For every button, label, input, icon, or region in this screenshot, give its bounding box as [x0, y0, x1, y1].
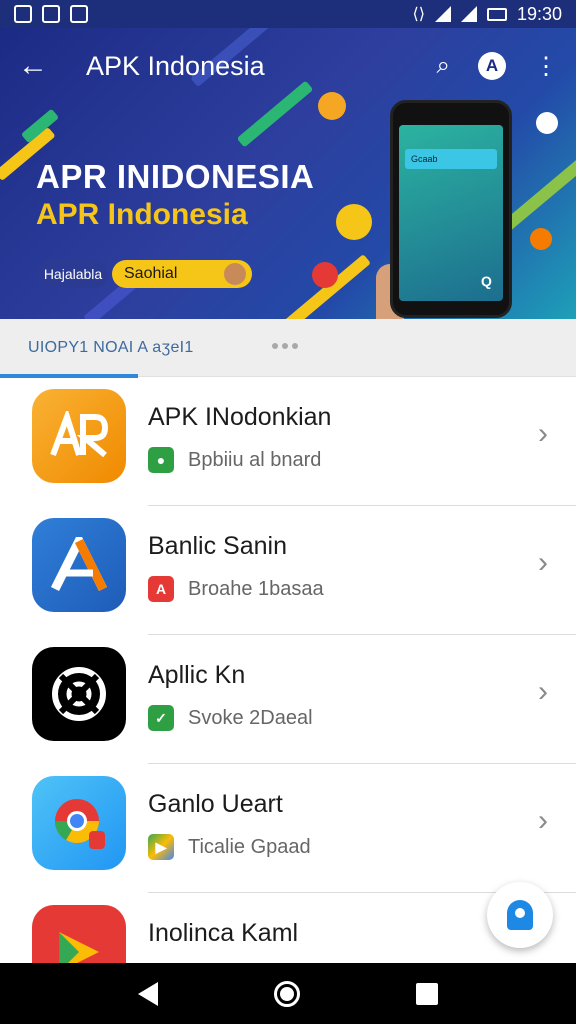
list-item[interactable]: APK INodonkian ● Bpbiiu al bnard › [0, 377, 576, 506]
app-badge-icon: A [148, 576, 174, 602]
toolbar-actions: ⌕ A ⋮ [437, 52, 558, 81]
chevron-right-icon: › [538, 417, 548, 450]
navigation-bar [0, 963, 576, 1024]
app-title: Ganlo Ueart [148, 790, 283, 818]
chevron-right-icon: › [538, 546, 548, 579]
apk-logo-icon[interactable]: A [478, 52, 506, 80]
battery-icon [486, 7, 507, 21]
location-icon [507, 900, 533, 930]
list-item[interactable]: Ganlo Ueart ▶ Ticalie Gpaad › [0, 764, 576, 893]
app-subtitle: Svoke 2Daeal [188, 707, 313, 729]
tab-row: UIOPY1 NOAI A aʒeI1 [0, 319, 576, 378]
list-item[interactable]: Apllic Kn ✓ Svoke 2Daeal › [0, 635, 576, 764]
banner-subtitle: APR Indonesia [36, 198, 248, 231]
black-target-icon [32, 647, 126, 741]
banner-pill-button[interactable]: Saohial [112, 260, 252, 288]
decor-coin [536, 112, 558, 134]
decor-coin [530, 228, 552, 250]
target-glyph [52, 667, 106, 721]
banner-title: APR INIDONESIA [36, 158, 315, 195]
decor-coin [336, 204, 372, 240]
status-time: 19:30 [516, 3, 562, 24]
app-subtitle: Broahe 1basaa [188, 578, 324, 600]
search-icon[interactable]: ⌕ [437, 52, 450, 80]
phone-screen: Gcaab Q [399, 125, 503, 301]
phone-search-bar: Gcaab [405, 149, 497, 169]
chevron-right-icon: › [538, 804, 548, 837]
toolbar: ← APK Indonesia ⌕ A ⋮ [0, 28, 576, 104]
list-item[interactable]: Banlic Sanin A Broahe 1basaa › [0, 506, 576, 635]
wifi-icon [434, 6, 451, 22]
app-title: APK INodonkian [148, 403, 332, 431]
back-arrow-icon[interactable]: ← [18, 49, 62, 83]
nav-back-icon[interactable] [138, 981, 158, 1006]
floating-action-button[interactable] [487, 882, 553, 948]
chevron-right-icon: › [538, 675, 548, 708]
page-dots [272, 343, 298, 349]
decor-coin [312, 262, 338, 288]
header-banner: ← APK Indonesia ⌕ A ⋮ APR INIDONESIA APR… [0, 28, 576, 319]
gallery-icon [42, 5, 60, 23]
chrome-icon [32, 776, 126, 870]
nav-recents-icon[interactable] [416, 982, 438, 1005]
status-right-icons: ⟨⟩ 19:30 [412, 4, 562, 25]
play-badge-icon: ▶ [148, 834, 174, 860]
a-logo-glyph [50, 537, 108, 592]
page-dot [282, 343, 288, 349]
blue-a-icon [32, 518, 126, 612]
notification-icon [14, 5, 32, 23]
status-bar: ⟨⟩ 19:30 [0, 0, 576, 28]
page-dot [272, 343, 278, 349]
nav-home-icon[interactable] [274, 980, 300, 1007]
tab-active[interactable]: UIOPY1 NOAI A aʒeI1 [28, 339, 194, 357]
location-pin-icon: ● [148, 447, 174, 473]
cell-signal-icon [460, 6, 477, 22]
orange-ar-icon [32, 389, 126, 483]
overflow-menu-icon[interactable]: ⋮ [534, 52, 558, 81]
app-screen: ⟨⟩ 19:30 ← APK Indonesia ⌕ A ⋮ APR INIDO… [0, 0, 576, 1024]
status-left-icons [14, 5, 88, 23]
phone-bottom-icon: Q [481, 273, 492, 289]
app-notification-icon [70, 5, 88, 23]
vibrate-icon: ⟨⟩ [412, 6, 425, 23]
phone-illustration: Gcaab Q [390, 100, 512, 318]
app-subtitle: Ticalie Gpaad [188, 836, 311, 858]
banner-pill-label: Saohial [124, 265, 178, 282]
page-dot [292, 343, 298, 349]
app-subtitle: Bpbiiu al bnard [188, 449, 322, 471]
check-badge-icon: ✓ [148, 705, 174, 731]
ar-logo-glyph [50, 411, 109, 458]
app-title: Banlic Sanin [148, 532, 287, 560]
chrome-glyph [55, 799, 105, 849]
app-title: Inolinca Kaml [148, 919, 299, 947]
avatar [224, 263, 246, 285]
toolbar-title: APK Indonesia [86, 50, 265, 81]
app-title: Apllic Kn [148, 661, 246, 689]
banner-chip[interactable]: Hajalabla [38, 260, 108, 288]
